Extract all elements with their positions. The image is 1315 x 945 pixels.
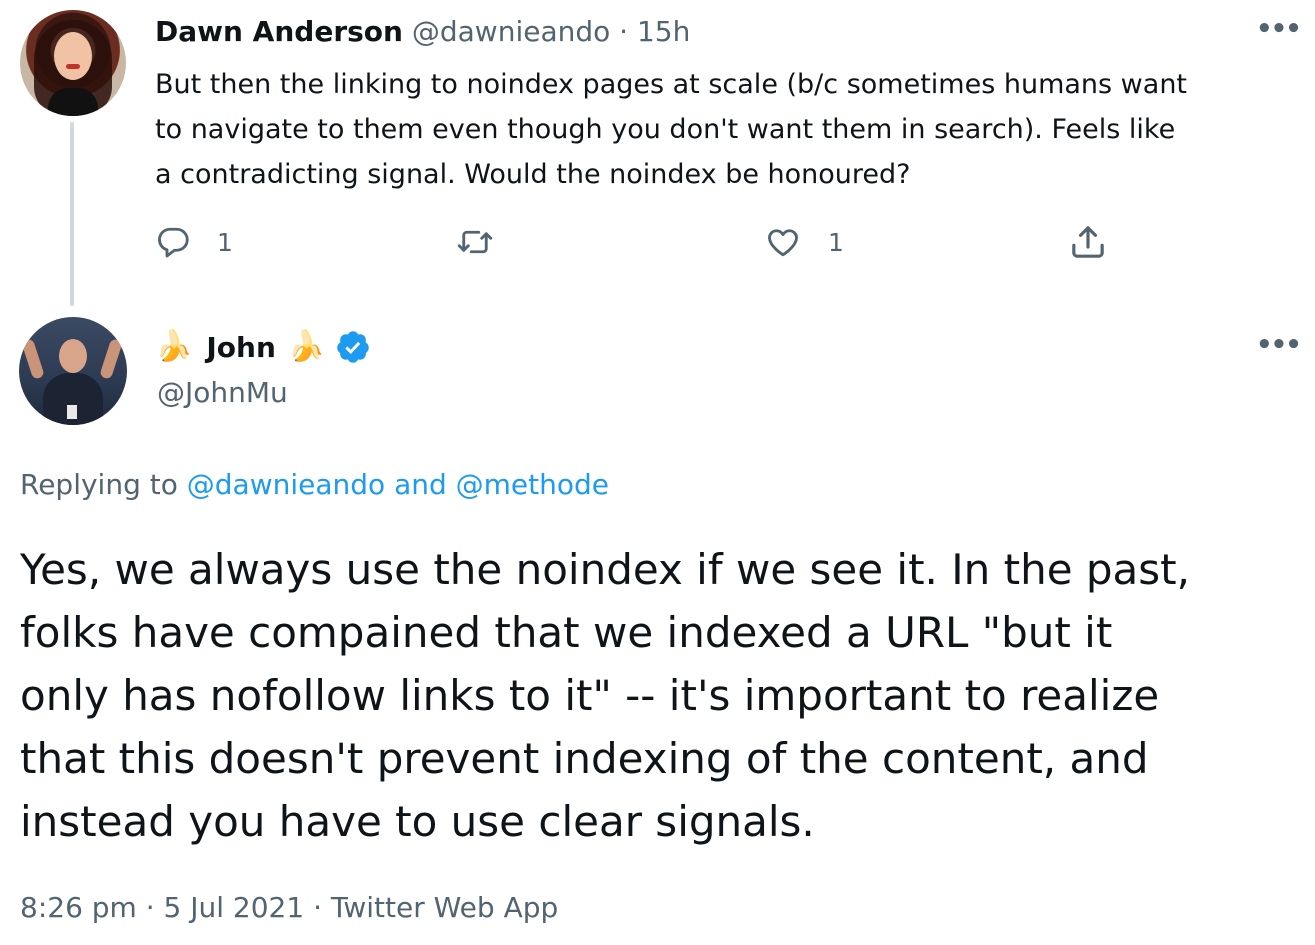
verified-badge-icon (337, 331, 369, 363)
banana-emoji-icon: 🍌 (287, 329, 326, 364)
tweet1-header: Dawn Anderson @dawnieando · 15h (155, 12, 690, 52)
tweet1-text-line: to navigate to them even though you don'… (155, 114, 1176, 145)
tweet2-text-line: that this doesn't prevent indexing of th… (20, 734, 1149, 783)
share-button[interactable] (1068, 222, 1108, 262)
tweet1-display-name[interactable]: Dawn Anderson (155, 15, 403, 48)
mention-link-methode[interactable]: @methode (456, 468, 609, 501)
tweet1-text-line: a contradicting signal. Would the noinde… (155, 159, 911, 190)
replying-and[interactable]: and (385, 468, 455, 501)
meta-separator: · (304, 891, 331, 924)
tweet2-text: Yes, we always use the noindex if we see… (20, 538, 1310, 853)
tweet2-date[interactable]: 5 Jul 2021 (164, 891, 305, 924)
tweet2-more-options-icon[interactable]: ••• (1256, 330, 1302, 360)
avatar-john[interactable] (19, 317, 127, 425)
heart-icon (768, 229, 798, 257)
tweet2-text-line: only has nofollow links to it" -- it's i… (20, 671, 1160, 720)
replying-prefix: Replying to (20, 468, 187, 501)
like-button[interactable]: 1 (764, 222, 844, 262)
share-icon (1072, 226, 1104, 258)
tweet1-time[interactable]: 15h (637, 15, 690, 48)
mention-link-dawnieando[interactable]: @dawnieando (187, 468, 385, 501)
tweet2-metadata: 8:26 pm · 5 Jul 2021 · Twitter Web App (20, 888, 558, 928)
tweet2-text-line: folks have compained that we indexed a U… (20, 608, 1113, 657)
reply-button[interactable]: 1 (155, 222, 233, 262)
reply-count: 1 (217, 227, 233, 257)
tweet1-separator: · (610, 15, 637, 48)
tweet1-more-options-icon[interactable]: ••• (1256, 14, 1302, 44)
tweet2-text-line: instead you have to use clear signals. (20, 797, 815, 846)
tweet2-text-line: Yes, we always use the noindex if we see… (20, 545, 1190, 594)
tweet2-source[interactable]: Twitter Web App (331, 891, 558, 924)
like-count: 1 (828, 227, 844, 257)
avatar-dawn-anderson[interactable] (20, 10, 126, 116)
tweet2-handle[interactable]: @JohnMu (157, 373, 288, 413)
thread-connector-line (70, 122, 74, 306)
tweet1-text: But then the linking to noindex pages at… (155, 62, 1305, 197)
tweet1-text-line: But then the linking to noindex pages at… (155, 69, 1188, 100)
meta-separator: · (136, 891, 164, 924)
tweet2-time[interactable]: 8:26 pm (20, 891, 137, 924)
banana-emoji-icon: 🍌 (155, 329, 193, 364)
tweet2-header: 🍌 John 🍌 (155, 327, 371, 367)
retweet-icon (457, 230, 493, 254)
tweet2-display-name[interactable]: John (206, 331, 276, 364)
tweet1-handle[interactable]: @dawnieando (412, 15, 610, 48)
reply-icon (158, 227, 189, 258)
retweet-button[interactable] (456, 222, 520, 262)
replying-to-line: Replying to @dawnieando and @methode (20, 465, 609, 505)
